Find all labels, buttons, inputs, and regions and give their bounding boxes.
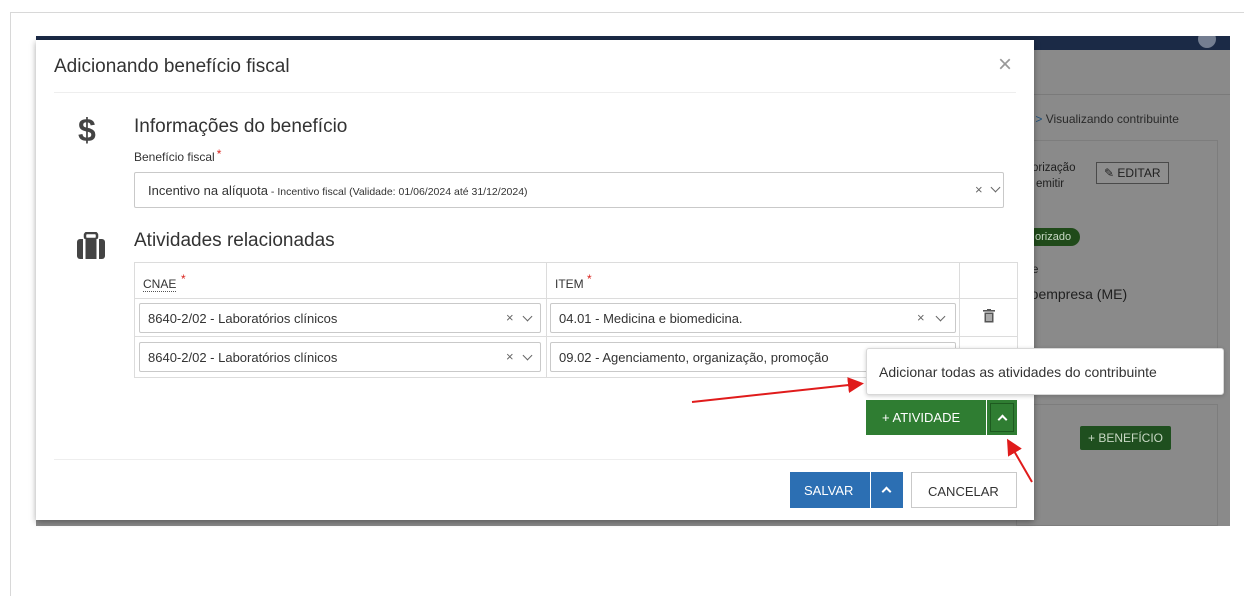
annotation-arrows — [691, 377, 1033, 483]
annotation-arrow-tooltip — [691, 377, 864, 403]
annotation-arrow-dropdown — [1006, 438, 1033, 483]
